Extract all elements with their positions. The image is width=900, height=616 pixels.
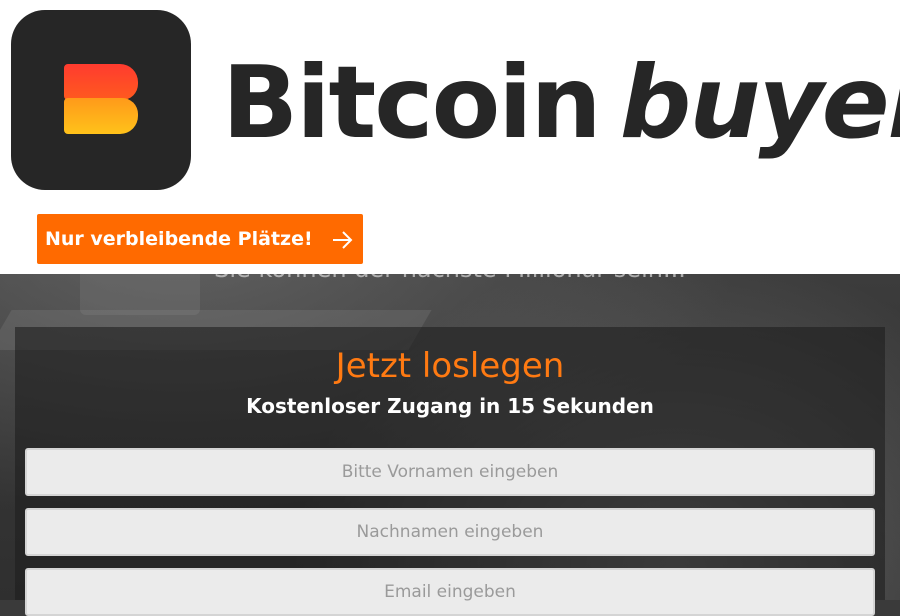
site-header: Bitcoinbuyer Nur verbleibende Plätze! xyxy=(0,0,900,274)
signup-form-card: Jetzt loslegen Kostenloser Zugang in 15 … xyxy=(15,327,885,616)
brand-name-main: Bitcoin xyxy=(222,44,602,161)
brand-name-accent: buyer xyxy=(619,44,900,161)
email-field[interactable] xyxy=(25,568,875,616)
last-name-field[interactable] xyxy=(25,508,875,556)
form-title: Jetzt loslegen xyxy=(335,346,565,386)
brand-logo-icon[interactable] xyxy=(11,10,191,190)
brand-wordmark[interactable]: Bitcoinbuyer xyxy=(222,38,900,168)
logo-mark-top xyxy=(64,64,138,100)
first-name-field[interactable] xyxy=(25,448,875,496)
cta-label: Nur verbleibende Plätze! xyxy=(45,228,313,250)
logo-mark-bottom xyxy=(64,98,138,134)
remaining-spots-button[interactable]: Nur verbleibende Plätze! xyxy=(37,214,363,264)
form-subtitle: Kostenloser Zugang in 15 Sekunden xyxy=(246,394,654,418)
arrow-right-icon xyxy=(333,231,353,249)
